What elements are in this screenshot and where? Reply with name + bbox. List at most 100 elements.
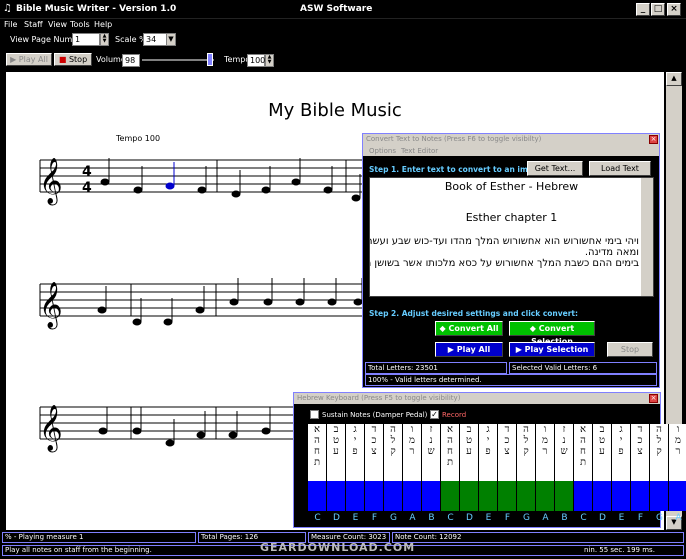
time-signature-top: 4 bbox=[82, 164, 92, 180]
menu-view[interactable]: View bbox=[48, 20, 67, 29]
load-text-file-button[interactable]: Load Text File... bbox=[589, 161, 651, 186]
total-letters: Total Letters: 23501 bbox=[365, 362, 507, 374]
key-color-bar[interactable] bbox=[346, 481, 365, 511]
key-color-bar[interactable] bbox=[574, 481, 593, 511]
record-checkbox[interactable]: ✓ bbox=[430, 410, 439, 419]
key-color-bar[interactable] bbox=[441, 481, 460, 511]
treble-clef-icon: 𝄞 bbox=[39, 282, 63, 330]
window-title: Bible Music Writer - Version 1.0 bbox=[16, 4, 177, 14]
key-color-bar[interactable] bbox=[650, 481, 669, 511]
piano-key[interactable]: דכצ bbox=[631, 424, 650, 481]
piano-key[interactable]: אהחת bbox=[308, 424, 327, 481]
menu-file[interactable]: File bbox=[4, 20, 17, 29]
key-letter: מ bbox=[675, 435, 681, 446]
note-label: C bbox=[314, 513, 321, 523]
piano-key[interactable]: הלק bbox=[650, 424, 669, 481]
scroll-up-icon[interactable]: ▲ bbox=[666, 72, 682, 86]
key-color-bar[interactable] bbox=[517, 481, 536, 511]
key-color-bar[interactable] bbox=[631, 481, 650, 511]
tempo-spinner[interactable]: ▲ ▼ bbox=[265, 54, 274, 67]
key-color-bar[interactable] bbox=[308, 481, 327, 511]
key-letter: כ bbox=[637, 435, 643, 446]
play-selection-button[interactable]: ▶ Play Selection bbox=[509, 342, 595, 357]
piano-key[interactable]: הלק bbox=[517, 424, 536, 481]
piano-key[interactable]: גיפ bbox=[479, 424, 498, 481]
chevron-down-icon[interactable]: ▼ bbox=[166, 33, 176, 46]
key-color-bar[interactable] bbox=[536, 481, 555, 511]
key-letter: י bbox=[486, 435, 490, 446]
key-letter: י bbox=[353, 435, 357, 446]
menu-text-editor[interactable]: Text Editor bbox=[401, 147, 438, 155]
piano-key[interactable]: זנש bbox=[555, 424, 574, 481]
key-letter: ה bbox=[656, 424, 662, 435]
menu-help[interactable]: Help bbox=[94, 20, 112, 29]
play-all-button[interactable]: ▶ Play All bbox=[435, 342, 503, 357]
maximize-button[interactable]: □ bbox=[651, 3, 665, 16]
piano-key[interactable]: הלק bbox=[384, 424, 403, 481]
key-letter: א bbox=[446, 424, 453, 435]
volume-slider-track[interactable] bbox=[142, 59, 214, 61]
piano-key[interactable]: ומר bbox=[536, 424, 555, 481]
piano-key[interactable]: גיפ bbox=[612, 424, 631, 481]
key-letter: ד bbox=[504, 424, 510, 435]
diamond-icon: ◆ bbox=[439, 324, 446, 333]
stop-button[interactable]: ■ Stop bbox=[54, 53, 92, 66]
selected-valid-letters: Selected Valid Letters: 6 bbox=[509, 362, 657, 374]
key-color-bar[interactable] bbox=[669, 481, 686, 511]
close-button[interactable]: × bbox=[667, 3, 681, 16]
key-color-bar[interactable] bbox=[365, 481, 384, 511]
piano-key[interactable]: ומר bbox=[669, 424, 686, 481]
text-scrollbar[interactable] bbox=[641, 178, 653, 296]
piano-key[interactable]: אהחת bbox=[441, 424, 460, 481]
key-color-bar[interactable] bbox=[479, 481, 498, 511]
key-letter: א bbox=[313, 424, 320, 435]
convert-all-button[interactable]: ◆ Convert All bbox=[435, 321, 503, 336]
text-editor[interactable]: Book of Esther - Hebrew Esther chapter 1… bbox=[369, 177, 654, 297]
key-color-bar[interactable] bbox=[422, 481, 441, 511]
play-all-label: Play All bbox=[18, 55, 48, 64]
volume-input[interactable]: 98 bbox=[122, 54, 140, 67]
key-color-bar[interactable] bbox=[555, 481, 574, 511]
convert-selection-button[interactable]: ◆ Convert Selection bbox=[509, 321, 595, 346]
key-letter: ז bbox=[429, 424, 433, 435]
piano-key[interactable]: דכצ bbox=[498, 424, 517, 481]
piano-key[interactable]: אהחת bbox=[574, 424, 593, 481]
tempo-input[interactable]: 100 bbox=[247, 54, 265, 67]
key-letter: ה bbox=[447, 435, 453, 446]
sustain-checkbox[interactable] bbox=[310, 410, 319, 419]
key-color-bar[interactable] bbox=[498, 481, 517, 511]
piano-key[interactable]: בטע bbox=[327, 424, 346, 481]
page-number-input[interactable]: 1 bbox=[72, 33, 100, 46]
piano-key[interactable]: בטע bbox=[460, 424, 479, 481]
key-color-bar[interactable] bbox=[612, 481, 631, 511]
get-text-button[interactable]: Get Text... bbox=[527, 161, 583, 176]
piano-key[interactable]: ומר bbox=[403, 424, 422, 481]
key-color-bar[interactable] bbox=[460, 481, 479, 511]
page-spinner[interactable]: ▲ ▼ bbox=[100, 33, 109, 46]
hebrew-keyboard-panel: Hebrew Keyboard (Press F5 to toggle visi… bbox=[293, 392, 686, 528]
menu-staff[interactable]: Staff bbox=[24, 20, 43, 29]
key-letter: ע bbox=[333, 446, 339, 457]
menu-tools[interactable]: Tools bbox=[70, 20, 90, 29]
treble-clef-icon: 𝄞 bbox=[39, 405, 63, 453]
stop-button[interactable]: Stop bbox=[607, 342, 653, 357]
key-color-bar[interactable] bbox=[593, 481, 612, 511]
piano-key[interactable]: בטע bbox=[593, 424, 612, 481]
scale-select[interactable]: 34 bbox=[143, 33, 167, 46]
key-letter: צ bbox=[504, 446, 510, 457]
note-label: F bbox=[637, 513, 644, 523]
piano-key[interactable]: גיפ bbox=[346, 424, 365, 481]
menu-options[interactable]: Options bbox=[369, 147, 396, 155]
play-all-button[interactable]: ▶ Play All bbox=[6, 53, 52, 66]
volume-slider-thumb[interactable] bbox=[207, 53, 213, 66]
note-label: D bbox=[466, 513, 473, 523]
key-color-bar[interactable] bbox=[384, 481, 403, 511]
key-color-bar[interactable] bbox=[403, 481, 422, 511]
close-icon[interactable]: × bbox=[649, 135, 658, 144]
close-icon[interactable]: × bbox=[649, 394, 658, 403]
key-letter: ג bbox=[486, 424, 490, 435]
piano-key[interactable]: זנש bbox=[422, 424, 441, 481]
piano-key[interactable]: דכצ bbox=[365, 424, 384, 481]
key-color-bar[interactable] bbox=[327, 481, 346, 511]
minimize-button[interactable]: _ bbox=[636, 3, 650, 16]
